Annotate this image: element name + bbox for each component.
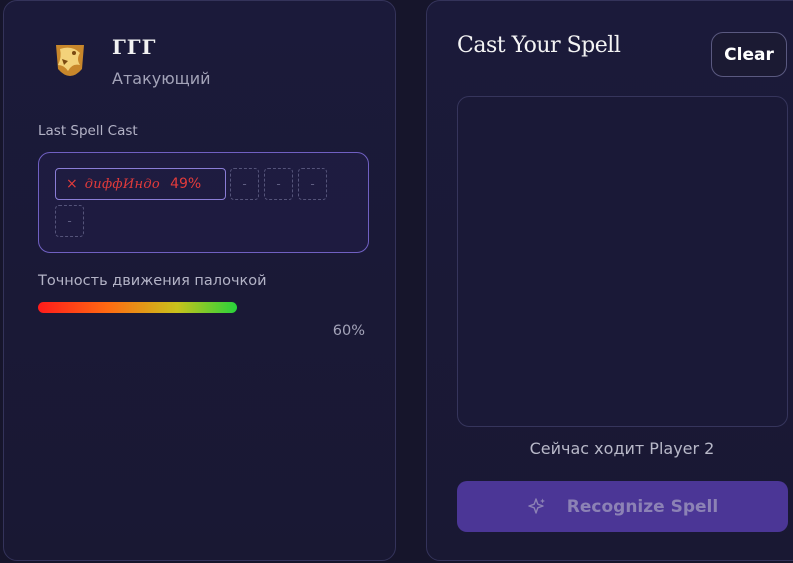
cast-panel: Cast Your Spell Clear Сейчас ходит Playe… (426, 0, 793, 561)
drawing-canvas[interactable] (457, 96, 788, 427)
fail-icon: × (66, 176, 78, 192)
recognize-spell-label: Recognize Spell (566, 496, 719, 517)
app-root: ГГГ Атакующий Last Spell Cast × диффИндо… (0, 0, 793, 563)
last-spell-label: Last Spell Cast (38, 123, 138, 139)
clear-button[interactable]: Clear (711, 32, 787, 77)
spell-name: диффИндо (84, 176, 161, 192)
sparkles-icon (527, 497, 547, 517)
house-crest-icon (56, 45, 84, 76)
empty-spell-slot: - (298, 168, 327, 200)
player-panel: ГГГ Атакующий Last Spell Cast × диффИндо… (3, 0, 396, 561)
empty-spell-slot: - (230, 168, 259, 200)
accuracy-value: 60% (332, 323, 365, 339)
spell-percent: 49% (170, 176, 202, 192)
turn-status: Сейчас ходит Player 2 (529, 439, 715, 458)
player-name: ГГГ (112, 35, 157, 59)
accuracy-bar (38, 302, 369, 313)
recognize-spell-button[interactable]: Recognize Spell (457, 481, 788, 532)
last-spell-box: × диффИндо 49% - - - - (38, 152, 369, 253)
avatar (46, 39, 94, 87)
player-role: Атакующий (112, 69, 211, 88)
accuracy-label: Точность движения палочкой (38, 273, 267, 289)
spell-chip: × диффИндо 49% (55, 168, 226, 200)
cast-title: Cast Your Spell (457, 33, 621, 58)
empty-spell-slot: - (55, 205, 84, 237)
accuracy-bar-fill (38, 302, 237, 313)
empty-spell-slot: - (264, 168, 293, 200)
